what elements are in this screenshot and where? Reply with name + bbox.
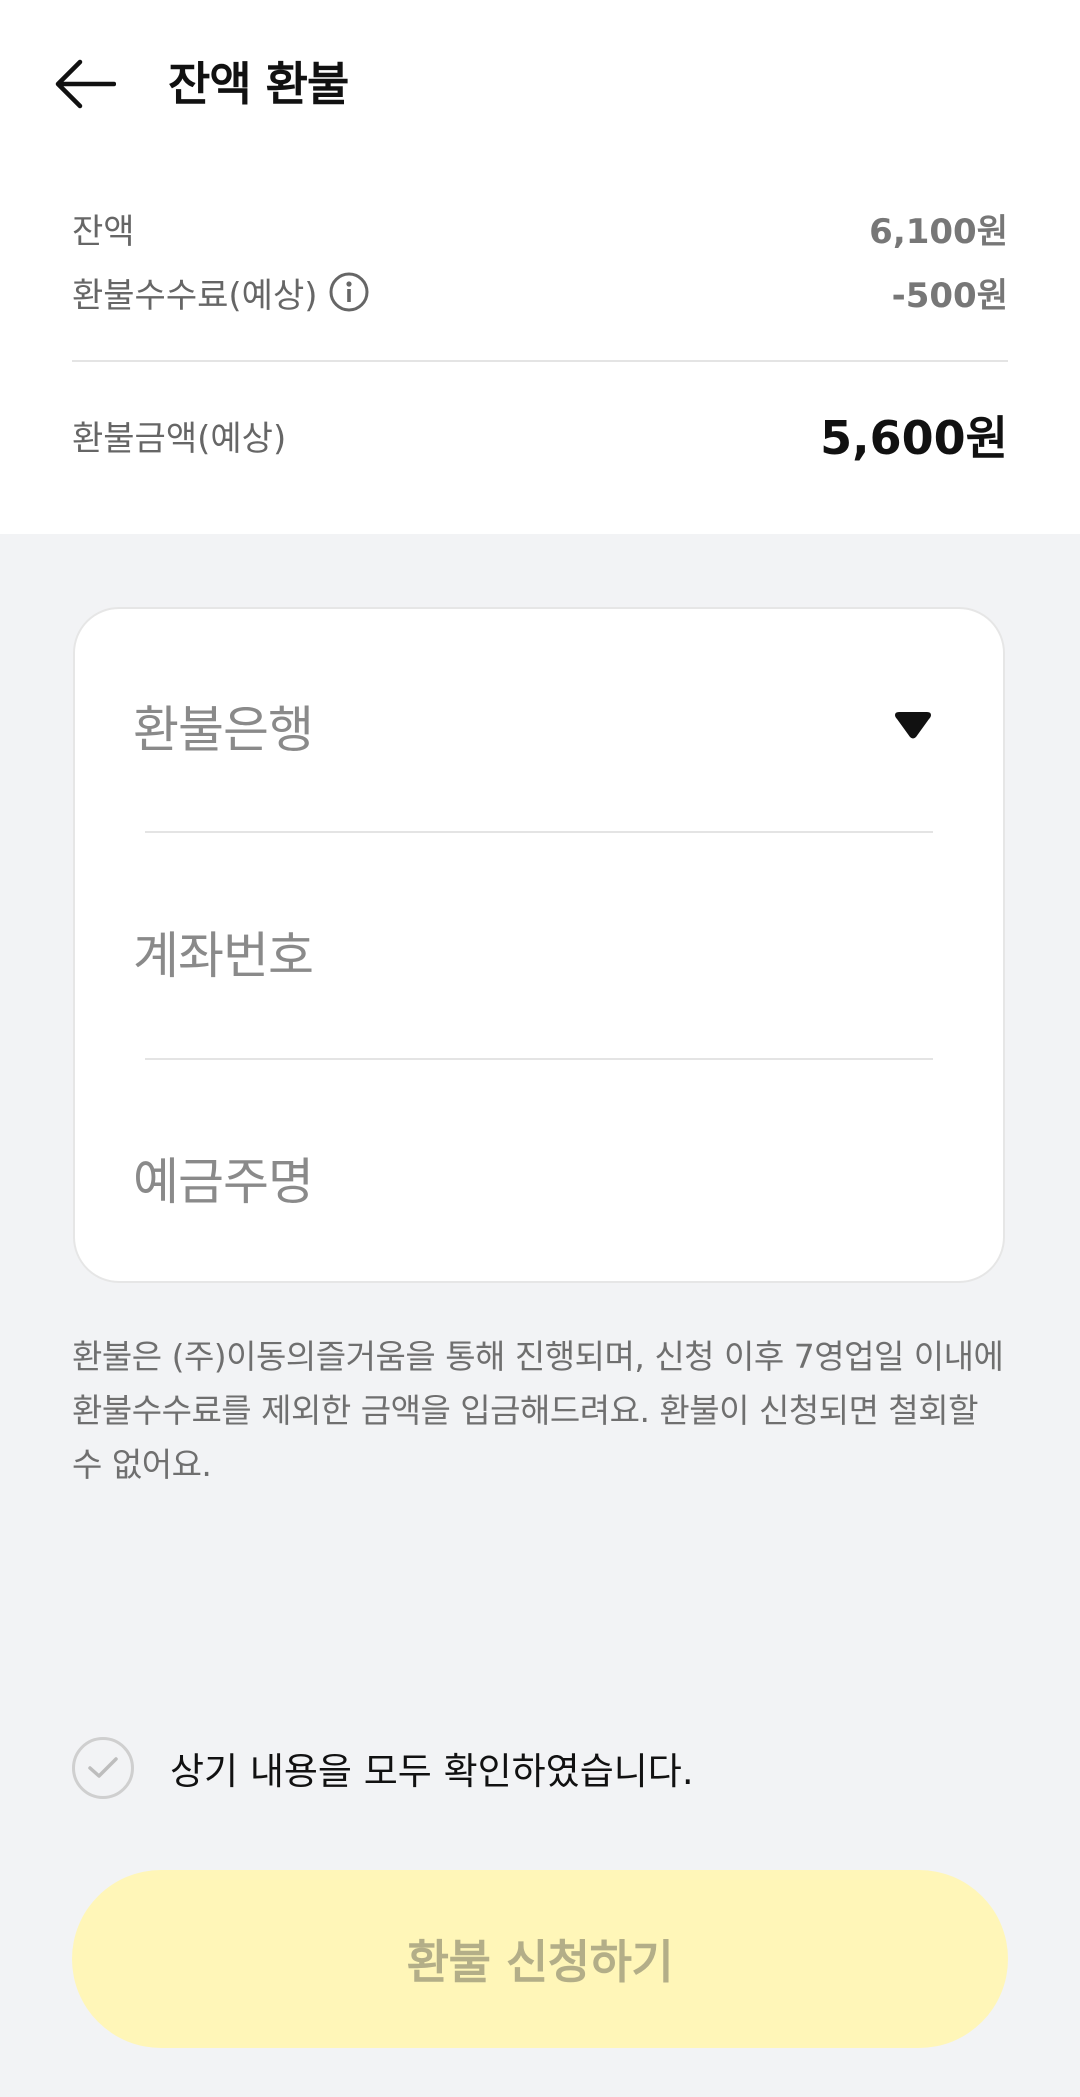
account-holder-placeholder: 예금주명 (133, 1153, 314, 1211)
field-divider (145, 831, 933, 833)
fee-label-group: 환불수수료(예상) (72, 268, 370, 317)
summary-section: 잔액 환불 잔액 6,100원 환불수수료(예상) -500원 환불금액(예상)… (0, 0, 1080, 534)
refund-amount-label: 환불금액(예상) (72, 418, 287, 459)
check-icon (88, 1757, 118, 1778)
bank-select[interactable]: 환불은행 (133, 666, 933, 786)
summary-divider (72, 360, 1008, 362)
back-button[interactable] (50, 54, 120, 114)
refund-amount-value: 5,600원 (820, 411, 1008, 465)
fee-row: 환불수수료(예상) -500원 (72, 260, 1008, 324)
refund-notice: 환불은 (주)이동의즐거움을 통해 진행되며, 신청 이후 7영업일 이내에 환… (72, 1337, 1004, 1484)
confirm-checkbox[interactable] (72, 1737, 134, 1799)
account-holder-input[interactable]: 예금주명 (133, 1118, 933, 1238)
refund-amount-row: 환불금액(예상) 5,600원 (72, 400, 1008, 470)
page-title: 잔액 환불 (168, 57, 349, 111)
balance-row: 잔액 6,100원 (72, 196, 1008, 260)
confirm-label: 상기 내용을 모두 확인하였습니다. (170, 1750, 694, 1793)
field-divider (145, 1058, 933, 1060)
caret-down-icon[interactable] (893, 711, 933, 741)
account-number-input[interactable]: 계좌번호 (133, 892, 933, 1012)
arrow-left-icon (55, 59, 116, 109)
refund-account-form: 환불은행 계좌번호 예금주명 (73, 607, 1005, 1283)
balance-value: 6,100원 (869, 211, 1008, 252)
fee-label: 환불수수료(예상) (72, 275, 318, 316)
info-circle-icon[interactable] (328, 271, 370, 313)
balance-label: 잔액 (72, 211, 135, 252)
app-header: 잔액 환불 (0, 0, 1080, 168)
confirm-checkbox-row[interactable]: 상기 내용을 모두 확인하였습니다. (72, 1735, 694, 1801)
fee-value: -500원 (891, 275, 1008, 316)
bank-placeholder: 환불은행 (133, 701, 314, 759)
submit-refund-button[interactable]: 환불 신청하기 (72, 1870, 1008, 2048)
account-number-placeholder: 계좌번호 (133, 927, 314, 985)
balance-summary: 잔액 6,100원 환불수수료(예상) -500원 (72, 196, 1008, 324)
